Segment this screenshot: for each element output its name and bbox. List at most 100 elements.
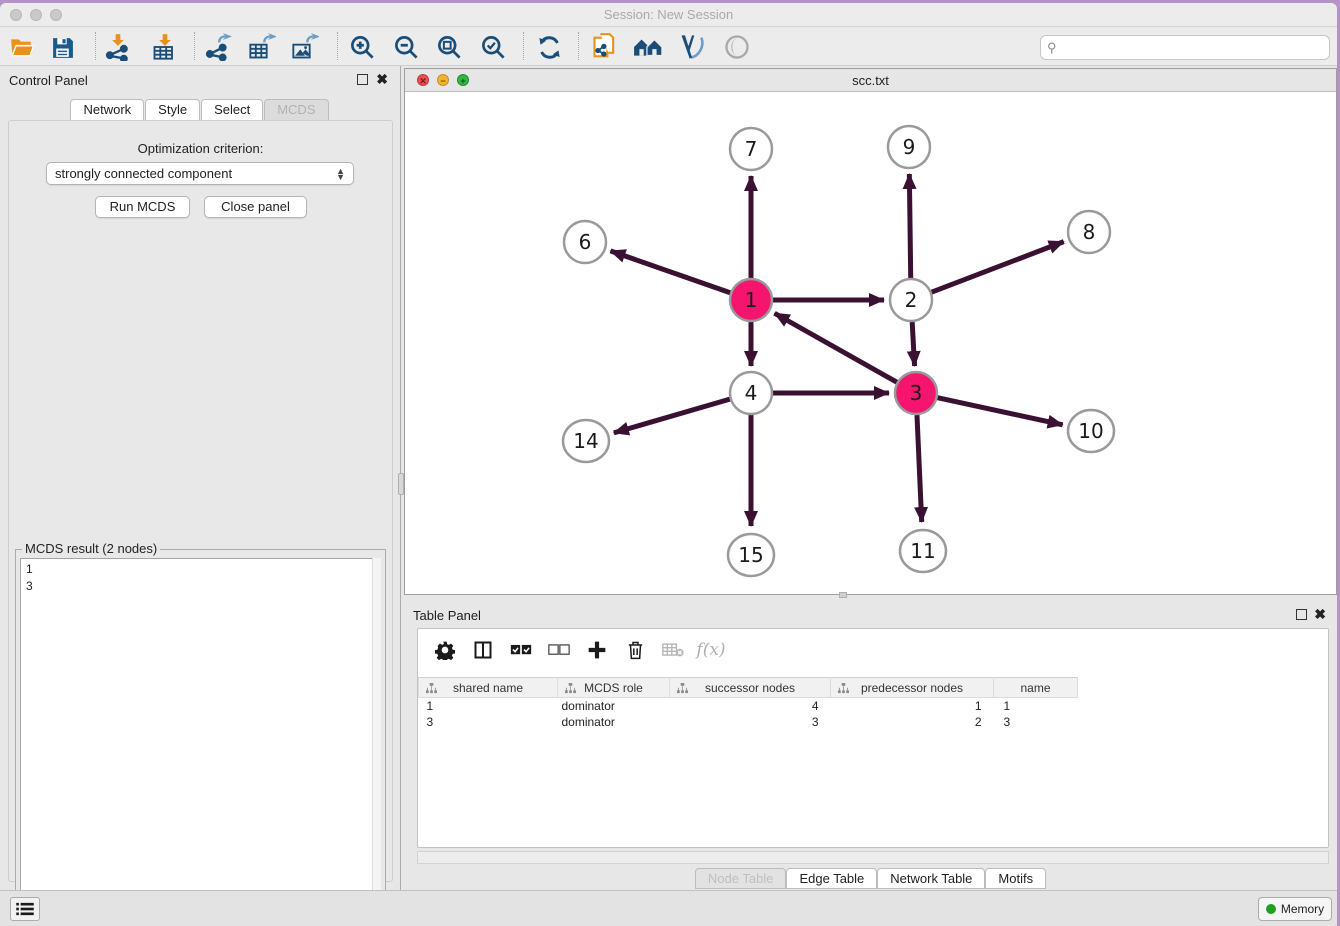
tab-mcds[interactable]: MCDS [264,99,328,120]
graph-node-10[interactable]: 10 [1068,410,1114,452]
export-table-icon[interactable] [245,30,279,64]
table-cell[interactable]: 3 [994,714,1078,730]
zoom-selected-icon[interactable] [476,30,510,64]
graph-node-2[interactable]: 2 [890,279,932,321]
deselect-all-icon[interactable] [544,635,574,665]
mcds-result-text[interactable]: 1 3 [20,558,381,925]
tree-icon [838,683,849,694]
search-input[interactable] [1061,41,1329,55]
select-all-icon[interactable] [506,635,536,665]
close-panel-icon[interactable]: ✖ [1314,607,1326,621]
graph-node-7[interactable]: 7 [730,128,772,170]
graph-node-4[interactable]: 4 [730,372,772,414]
table-row[interactable]: 1dominator411 [419,698,1078,714]
eye-icon[interactable] [720,30,754,64]
close-panel-button[interactable]: Close panel [204,196,307,218]
search-box[interactable]: ⚲ [1040,35,1330,60]
tab-network[interactable]: Network [70,99,144,120]
clone-network-icon[interactable] [588,30,622,64]
network-canvas[interactable]: 7 9 6 8 1 2 4 3 14 10 15 11 [405,92,1336,594]
graph-node-8[interactable]: 8 [1068,211,1110,253]
save-session-icon[interactable] [45,30,79,64]
delete-icon[interactable] [620,635,650,665]
home-icon[interactable] [631,30,665,64]
table-cell[interactable]: 3 [670,714,831,730]
graph-edge-1-6[interactable] [610,251,730,293]
table-cell[interactable]: 2 [831,714,994,730]
tab-edge-table[interactable]: Edge Table [786,868,877,889]
tab-select[interactable]: Select [201,99,263,120]
column-header-predecessor-nodes[interactable]: predecessor nodes [831,678,994,698]
table-cell[interactable]: 3 [419,714,558,730]
table-panel-title: Table Panel [413,608,481,623]
refresh-layout-icon[interactable] [532,30,566,64]
float-panel-icon[interactable] [1296,609,1307,620]
gear-icon[interactable] [430,635,460,665]
zoom-in-icon[interactable] [345,30,379,64]
result-scrollbar[interactable] [372,558,381,925]
graph-edge-2-3[interactable] [912,322,914,366]
column-header-shared-name[interactable]: shared name [419,678,558,698]
graph-edge-4-14[interactable] [614,399,730,433]
tab-network-table[interactable]: Network Table [877,868,985,889]
open-folder-icon[interactable] [5,30,39,64]
mcds-result-title: MCDS result (2 nodes) [22,541,160,556]
column-header-name[interactable]: name [994,678,1078,698]
import-network-icon[interactable] [101,30,135,64]
graph-node-label: 9 [903,135,916,159]
graph-node-14[interactable]: 14 [563,420,609,462]
graph-node-label: 2 [905,288,918,312]
tab-node-table[interactable]: Node Table [695,868,787,889]
export-network-icon[interactable] [201,30,235,64]
status-bar: Memory [0,890,1337,926]
zoom-out-icon[interactable] [389,30,423,64]
main-toolbar: ⚲ [0,28,1337,66]
node-table[interactable]: shared name MCDS role successor nodes pr… [418,677,1328,730]
task-history-button[interactable] [10,897,40,921]
optimization-criterion-label: Optimization criterion: [9,141,392,156]
table-cell[interactable]: dominator [558,698,670,714]
graph-edge-2-8[interactable] [932,242,1064,293]
graph-edge-2-9[interactable] [909,174,910,278]
columns-icon[interactable] [468,635,498,665]
float-panel-icon[interactable] [357,74,368,85]
graph-node-label: 4 [745,381,758,405]
memory-button[interactable]: Memory [1258,897,1332,921]
toolbar-separator [578,32,579,60]
graph-node-1[interactable]: 1 [730,279,772,321]
import-table-icon[interactable] [148,30,182,64]
graph-node-label: 6 [579,230,592,254]
graph-node-label: 3 [910,381,923,405]
network-graph[interactable]: 7 9 6 8 1 2 4 3 14 10 15 11 [405,92,1336,594]
table-cell[interactable]: 1 [831,698,994,714]
graph-edge-3-1[interactable] [775,313,897,382]
vizmapper-icon[interactable] [675,30,709,64]
table-cell[interactable]: 1 [994,698,1078,714]
table-panel-tabs: Node TableEdge TableNetwork TableMotifs [404,868,1337,889]
graph-node-9[interactable]: 9 [888,126,930,168]
graph-node-6[interactable]: 6 [564,221,606,263]
table-row[interactable]: 3dominator323 [419,714,1078,730]
table-cell[interactable]: dominator [558,714,670,730]
tab-motifs[interactable]: Motifs [985,868,1046,889]
network-resize-handle[interactable] [839,592,847,598]
export-image-icon[interactable] [288,30,322,64]
control-panel: Control Panel ✖ NetworkStyleSelectMCDS O… [0,66,401,893]
graph-edge-3-10[interactable] [937,398,1062,425]
graph-node-3[interactable]: 3 [895,372,937,414]
graph-node-11[interactable]: 11 [900,530,946,572]
run-mcds-button[interactable]: Run MCDS [95,196,190,218]
add-row-icon[interactable] [582,635,612,665]
table-cell[interactable]: 1 [419,698,558,714]
graph-node-15[interactable]: 15 [728,534,774,576]
selected-option: strongly connected component [55,166,336,181]
table-horizontal-scrollbar[interactable] [417,851,1329,864]
table-cell[interactable]: 4 [670,698,831,714]
close-panel-icon[interactable]: ✖ [376,72,388,86]
zoom-fit-icon[interactable] [432,30,466,64]
tab-style[interactable]: Style [145,99,200,120]
optimization-criterion-select[interactable]: strongly connected component ▲▼ [46,162,354,185]
graph-edge-3-11[interactable] [917,415,922,522]
column-header-successor-nodes[interactable]: successor nodes [670,678,831,698]
column-header-mcds-role[interactable]: MCDS role [558,678,670,698]
